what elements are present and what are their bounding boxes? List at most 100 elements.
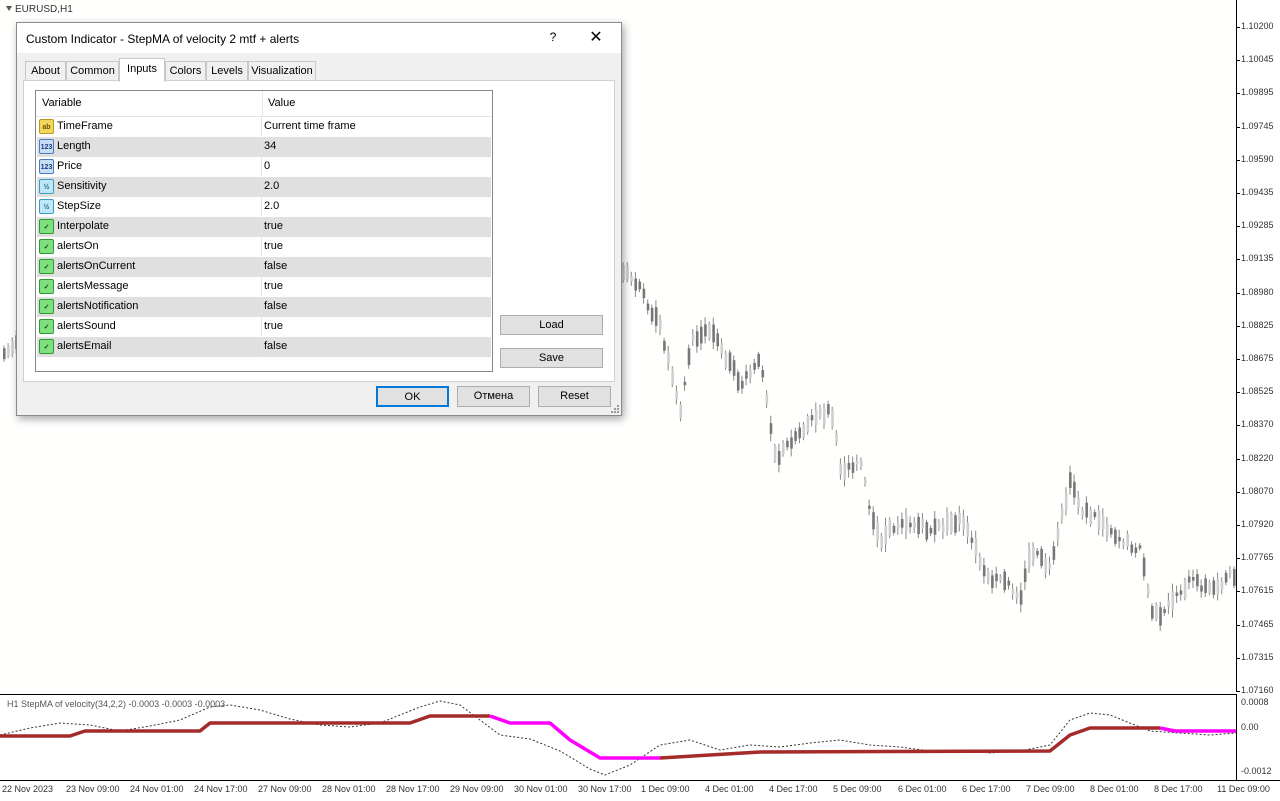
candle-body	[864, 479, 867, 484]
double-type-icon: ½	[39, 179, 54, 194]
axis-tick	[1237, 126, 1240, 128]
candle-body	[884, 525, 888, 545]
variable-value[interactable]: 0	[264, 160, 270, 172]
candle-body	[950, 513, 953, 533]
tab-colors[interactable]: Colors	[165, 61, 206, 81]
candle-body	[851, 462, 855, 473]
candle-body	[728, 352, 732, 372]
variable-value[interactable]: 34	[264, 140, 276, 152]
variable-value[interactable]: Current time frame	[264, 120, 356, 132]
axis-tick	[1237, 491, 1240, 493]
axis-tick	[1237, 159, 1240, 161]
bool-type-icon: ✓	[39, 239, 54, 254]
candle-body	[835, 433, 838, 443]
candle-body	[900, 519, 904, 528]
grid-row-length[interactable]: 123 Length 34	[37, 137, 491, 157]
tab-visualization[interactable]: Visualization	[248, 61, 316, 81]
resize-grip-icon[interactable]	[609, 403, 619, 413]
candle-body	[630, 276, 633, 282]
tab-levels[interactable]: Levels	[206, 61, 248, 81]
load-button[interactable]: Load	[500, 315, 603, 335]
candle-body	[892, 525, 896, 533]
integer-type-icon: 123	[39, 139, 54, 154]
candle-body	[667, 352, 670, 364]
variable-value[interactable]: 2.0	[264, 200, 279, 212]
candle-body	[675, 391, 678, 399]
help-button[interactable]: ?	[545, 30, 561, 46]
grid-row-stepsize[interactable]: ½ StepSize 2.0	[37, 197, 491, 217]
close-button[interactable]: ✕	[585, 27, 607, 49]
cell-divider	[261, 237, 262, 257]
variable-value[interactable]: true	[264, 280, 283, 292]
candle-body	[818, 407, 822, 418]
candle-body	[954, 515, 957, 533]
candle-body	[1212, 580, 1216, 595]
grid-row-alertsmessage[interactable]: ✓ alertsMessage true	[37, 277, 491, 297]
candle-body	[802, 424, 806, 438]
save-button[interactable]: Save	[500, 348, 603, 368]
grid-row-alertsnotification[interactable]: ✓ alertsNotification false	[37, 297, 491, 317]
grid-row-alertsemail[interactable]: ✓ alertsEmail false	[37, 337, 491, 357]
candle-body	[810, 415, 814, 421]
grid-row-alertson[interactable]: ✓ alertsOn true	[37, 237, 491, 257]
custom-indicator-dialog: Custom Indicator - StepMA of velocity 2 …	[16, 22, 622, 416]
grid-row-price[interactable]: 123 Price 0	[37, 157, 491, 177]
variable-value[interactable]: false	[264, 300, 287, 312]
tab-common[interactable]: Common	[66, 61, 119, 81]
tab-about[interactable]: About	[25, 61, 66, 81]
candle-body	[1155, 604, 1158, 619]
variable-value[interactable]: true	[264, 320, 283, 332]
axis-tick	[1237, 359, 1240, 360]
reset-button[interactable]: Reset	[538, 386, 611, 407]
cancel-button[interactable]: Отмена	[457, 386, 530, 407]
grid-row-timeframe[interactable]: ab TimeFrame Current time frame	[37, 117, 491, 137]
grid-row-alertsoncurrent[interactable]: ✓ alertsOnCurrent false	[37, 257, 491, 277]
variable-value[interactable]: false	[264, 260, 287, 272]
grid-row-alertssound[interactable]: ✓ alertsSound true	[37, 317, 491, 337]
candle-body	[765, 393, 769, 405]
column-divider[interactable]	[262, 91, 263, 116]
candle-body	[1040, 548, 1043, 566]
candle-body	[777, 450, 781, 465]
candle-body	[876, 522, 879, 541]
variable-value[interactable]: true	[264, 220, 283, 232]
column-header-variable[interactable]: Variable	[42, 97, 82, 109]
candle-body	[1073, 481, 1076, 498]
string-type-icon: ab	[39, 119, 54, 134]
grid-row-sensitivity[interactable]: ½ Sensitivity 2.0	[37, 177, 491, 197]
column-header-value[interactable]: Value	[268, 97, 295, 109]
candle-body	[1187, 576, 1191, 583]
price-label: 1.08825	[1241, 319, 1274, 330]
bool-type-icon: ✓	[39, 259, 54, 274]
variable-value[interactable]: false	[264, 340, 287, 352]
variable-value[interactable]: true	[264, 240, 283, 252]
candle-body	[855, 461, 859, 465]
tab-inputs[interactable]: Inputs	[119, 58, 165, 82]
candle-body	[1208, 582, 1211, 593]
candle-body	[1146, 587, 1150, 595]
price-label: 1.09895	[1241, 87, 1274, 98]
candle-body	[827, 404, 830, 415]
candle-body	[966, 522, 970, 538]
price-label: 1.07920	[1241, 519, 1274, 529]
axis-tick	[1237, 226, 1240, 228]
variable-name: StepSize	[57, 200, 102, 212]
grid-row-interpolate[interactable]: ✓ Interpolate true	[37, 217, 491, 237]
candle-body	[679, 404, 683, 419]
candle-body	[642, 288, 646, 299]
candle-body	[1196, 574, 1199, 587]
ok-button[interactable]: OK	[376, 386, 449, 407]
price-label: 1.09745	[1241, 120, 1274, 131]
candle-body	[978, 556, 982, 567]
indicator-axis: 0.0008 0.00 -0.0012	[1237, 694, 1280, 780]
variable-value[interactable]: 2.0	[264, 180, 279, 192]
candle-body	[909, 522, 912, 528]
inputs-grid[interactable]: Variable Value ab TimeFrame Current time f…	[35, 90, 493, 372]
candle-body	[1163, 609, 1166, 613]
candle-body	[868, 505, 871, 509]
candle-body	[749, 370, 752, 378]
candle-body	[794, 431, 797, 441]
candle-body	[736, 372, 740, 391]
variable-name: Interpolate	[57, 220, 109, 232]
cell-divider	[261, 117, 262, 137]
